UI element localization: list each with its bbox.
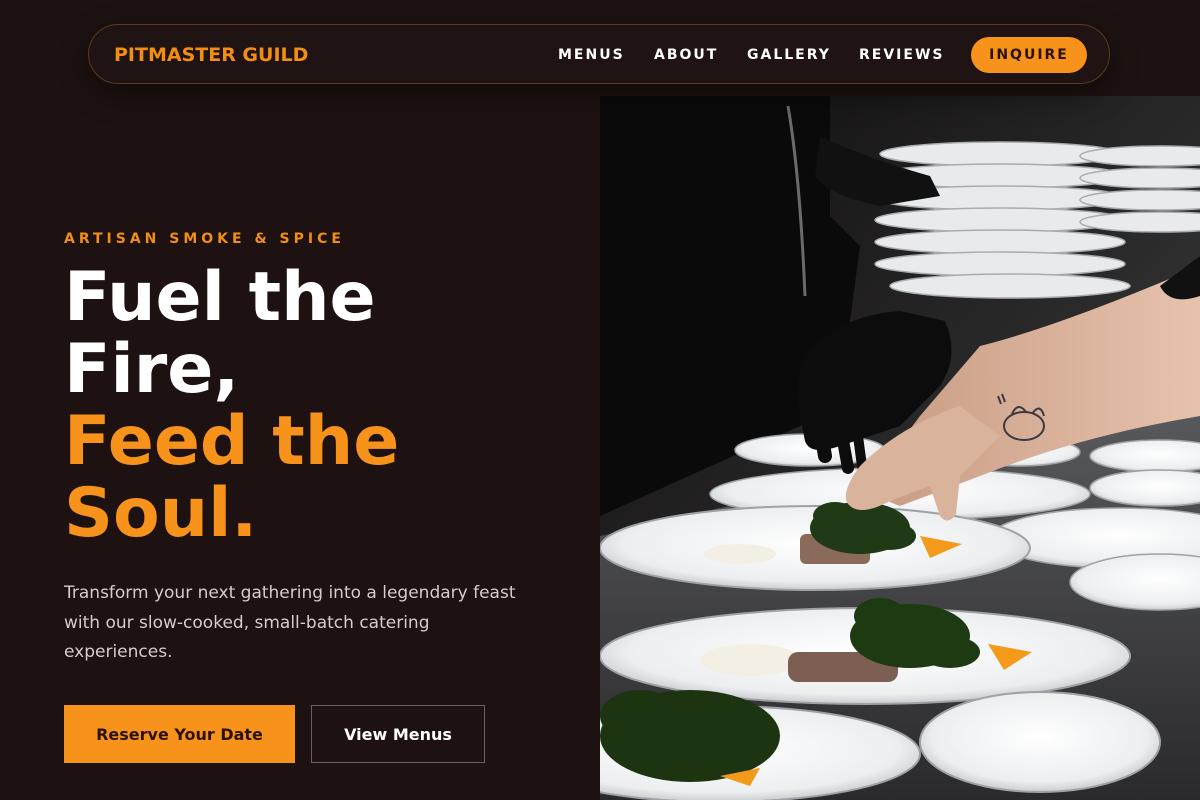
- brand-logo[interactable]: PITMASTER GUILD: [114, 44, 308, 66]
- top-navigation: PITMASTER GUILD MENUS ABOUT GALLERY REVI…: [88, 24, 1110, 84]
- hero-headline: Fuel the Fire, Feed the Soul.: [64, 262, 584, 550]
- nav-link-menus[interactable]: MENUS: [558, 47, 625, 63]
- nav-link-gallery[interactable]: GALLERY: [747, 47, 831, 63]
- hero-description: Transform your next gathering into a leg…: [64, 583, 516, 662]
- headline-line: Fire,: [64, 330, 240, 409]
- hero-image: [600, 96, 1200, 800]
- headline-line-accent: Feed the: [64, 402, 400, 481]
- nav-link-about[interactable]: ABOUT: [654, 47, 718, 63]
- view-menus-button[interactable]: View Menus: [311, 705, 485, 763]
- hero-kicker: ARTISAN SMOKE & SPICE: [64, 231, 345, 247]
- headline-line: Fuel the: [64, 258, 376, 337]
- headline-line-accent: Soul.: [64, 474, 258, 553]
- inquire-button[interactable]: INQUIRE: [971, 37, 1087, 73]
- reserve-date-button[interactable]: Reserve Your Date: [64, 705, 295, 763]
- plating-photo-illustration: [600, 96, 1200, 800]
- nav-link-reviews[interactable]: REVIEWS: [859, 47, 944, 63]
